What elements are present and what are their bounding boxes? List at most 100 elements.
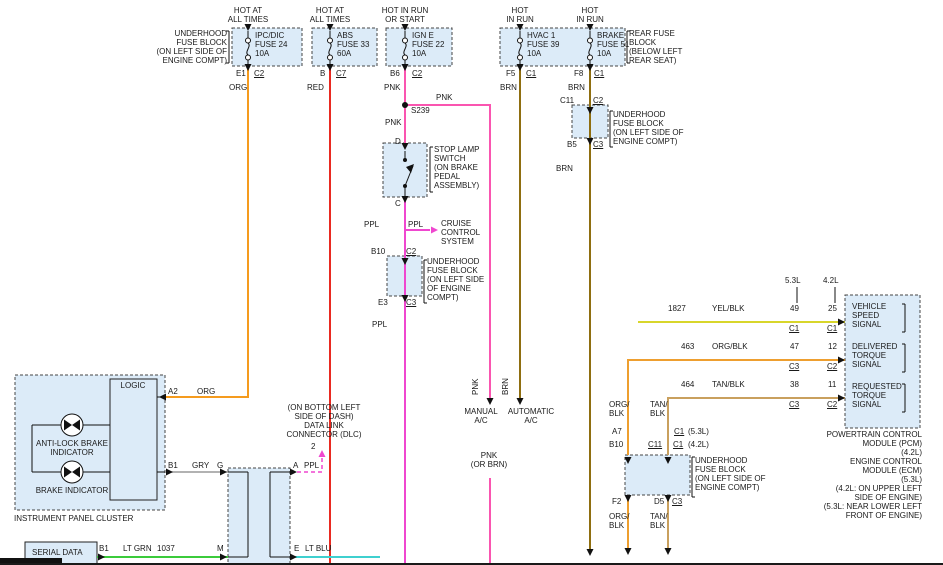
terminal-label: B5 bbox=[567, 140, 577, 149]
wire-color-label: RED bbox=[307, 83, 324, 92]
connector-label: C2 bbox=[827, 400, 837, 409]
fuse-amps: 10A bbox=[255, 49, 269, 58]
pin-number: 49 bbox=[790, 304, 799, 313]
connector-label: C1 bbox=[827, 324, 837, 333]
brake-indicator-lamp-icon bbox=[61, 461, 83, 483]
engine-variant-label: (4.2L) bbox=[688, 440, 709, 449]
pcm-description: POWERTRAIN CONTROL MODULE (PCM) (4.2L) E… bbox=[824, 430, 922, 520]
fuse-name: IPC/DIC bbox=[255, 31, 284, 40]
fuse-id: FUSE 39 bbox=[527, 40, 559, 49]
wire-color-label: ORG/BLK bbox=[712, 342, 748, 351]
fuse-name: ABS bbox=[337, 31, 353, 40]
wire-color-label: PNK bbox=[471, 379, 480, 395]
wire-color-label: ORG bbox=[197, 387, 215, 396]
connector-label: C1 bbox=[674, 427, 684, 436]
wire-color-label: PNK bbox=[436, 93, 452, 102]
fuse-name: HVAC 1 bbox=[527, 31, 555, 40]
connector-label: C2 bbox=[412, 69, 422, 78]
dlc-label: (ON BOTTOM LEFT SIDE OF DASH) DATA LINK … bbox=[282, 403, 366, 439]
wire-color-label: BLK bbox=[650, 521, 665, 530]
wire-color-label: PNK bbox=[385, 118, 401, 127]
pcm-signal-label: DELIVERED TORQUE SIGNAL bbox=[852, 342, 897, 369]
wire-color-label: PPL bbox=[304, 461, 319, 470]
connector-label: C3 bbox=[593, 140, 603, 149]
wire-color-label: PPL bbox=[408, 220, 423, 229]
circuit-number: 464 bbox=[681, 380, 694, 389]
fuse-id: FUSE 24 bbox=[255, 40, 287, 49]
wire-color-label: ORG bbox=[229, 83, 247, 92]
wire-color-label: GRY bbox=[192, 461, 209, 470]
logic-box bbox=[110, 379, 157, 500]
wire-color-label: TAN/ bbox=[650, 400, 668, 409]
automatic-ac-label: AUTOMATIC bbox=[508, 407, 554, 416]
terminal-label: B10 bbox=[609, 440, 623, 449]
wire-color-label: PNK bbox=[384, 83, 400, 92]
terminal-label: B6 bbox=[390, 69, 400, 78]
wire-color-label: ORG/ bbox=[609, 512, 629, 521]
terminal-label: C11 bbox=[560, 96, 574, 105]
terminal-label: A7 bbox=[612, 427, 622, 436]
fuse-amps: 10A bbox=[412, 49, 426, 58]
terminal-label: E bbox=[294, 544, 299, 553]
circuit-number: 463 bbox=[681, 342, 694, 351]
terminal-label: E3 bbox=[378, 298, 388, 307]
connector-label: C3 bbox=[789, 362, 799, 371]
terminal-label: B1 bbox=[99, 544, 109, 553]
connector-label: C1 bbox=[789, 324, 799, 333]
feed-label: ALL TIMES bbox=[228, 15, 268, 24]
terminal-label: A2 bbox=[168, 387, 178, 396]
wire-color-label: PPL bbox=[364, 220, 379, 229]
feed-label: HOT IN RUN bbox=[382, 6, 429, 15]
connector-label: C7 bbox=[336, 69, 346, 78]
terminal-label: E1 bbox=[236, 69, 246, 78]
fuse-id: FUSE 33 bbox=[337, 40, 369, 49]
pin-number: 47 bbox=[790, 342, 799, 351]
connector-label: C1 bbox=[526, 69, 536, 78]
feed-label: HOT bbox=[512, 6, 529, 15]
wire-color-label: (OR BRN) bbox=[471, 460, 507, 469]
engine-variant-label: (5.3L) bbox=[688, 427, 709, 436]
wire-color-label: BRN bbox=[500, 83, 517, 92]
fuse-name: BRAKE bbox=[597, 31, 624, 40]
connector-label: C1 bbox=[594, 69, 604, 78]
pin-number: 12 bbox=[828, 342, 837, 351]
terminal-label: B bbox=[320, 69, 325, 78]
splice-dot bbox=[402, 102, 408, 108]
fuse-name: IGN E bbox=[412, 31, 434, 40]
manual-ac-label: MANUAL bbox=[464, 407, 497, 416]
terminal-label: D bbox=[395, 137, 401, 146]
terminal-label: G bbox=[217, 461, 223, 470]
wire-color-label: TAN/BLK bbox=[712, 380, 745, 389]
fuse-amps: 10A bbox=[527, 49, 541, 58]
wire-color-label: LT GRN bbox=[123, 544, 152, 553]
underhood-fuse-block-label: UNDERHOOD FUSE BLOCK (ON LEFT SIDE OF EN… bbox=[156, 29, 227, 65]
connector-label: C1 bbox=[673, 440, 683, 449]
wire-color-label: TAN/ bbox=[650, 512, 668, 521]
rear-fuse-block-label: REAR FUSE BLOCK (BELOW LEFT REAR SEAT) bbox=[629, 29, 682, 65]
brake-indicator-label: BRAKE INDICATOR bbox=[36, 486, 109, 495]
feed-label: IN RUN bbox=[506, 15, 534, 24]
underhood-block-right-box bbox=[625, 455, 690, 495]
connector-label: C11 bbox=[648, 440, 662, 449]
terminal-label: B10 bbox=[371, 247, 385, 256]
logic-label: LOGIC bbox=[121, 381, 146, 390]
terminal-label: A bbox=[293, 461, 298, 470]
terminal-label: B1 bbox=[168, 461, 178, 470]
wire-color-label: YEL/BLK bbox=[712, 304, 744, 313]
automatic-ac-label: A/C bbox=[524, 416, 537, 425]
underhood-fuse-block-label: UNDERHOOD FUSE BLOCK (ON LEFT SIDE OF EN… bbox=[613, 110, 684, 146]
pin-number: 2 bbox=[311, 442, 315, 451]
org-wire bbox=[166, 68, 248, 397]
connector-label: C2 bbox=[593, 96, 603, 105]
wire-color-label: LT BLU bbox=[305, 544, 331, 553]
cruise-control-label: CRUISE CONTROL SYSTEM bbox=[441, 219, 480, 246]
pin-number: 38 bbox=[790, 380, 799, 389]
cluster-name-label: INSTRUMENT PANEL CLUSTER bbox=[14, 514, 133, 523]
stop-lamp-switch-label: STOP LAMP SWITCH (ON BRAKE PEDAL ASSEMBL… bbox=[434, 145, 480, 190]
feed-label: HOT bbox=[582, 6, 599, 15]
cutoff-box-edge bbox=[0, 558, 62, 563]
circuit-number: 1037 bbox=[157, 544, 175, 553]
pin-number: 11 bbox=[828, 380, 836, 389]
terminal-label: M bbox=[217, 544, 224, 553]
connector-label: C3 bbox=[672, 497, 682, 506]
